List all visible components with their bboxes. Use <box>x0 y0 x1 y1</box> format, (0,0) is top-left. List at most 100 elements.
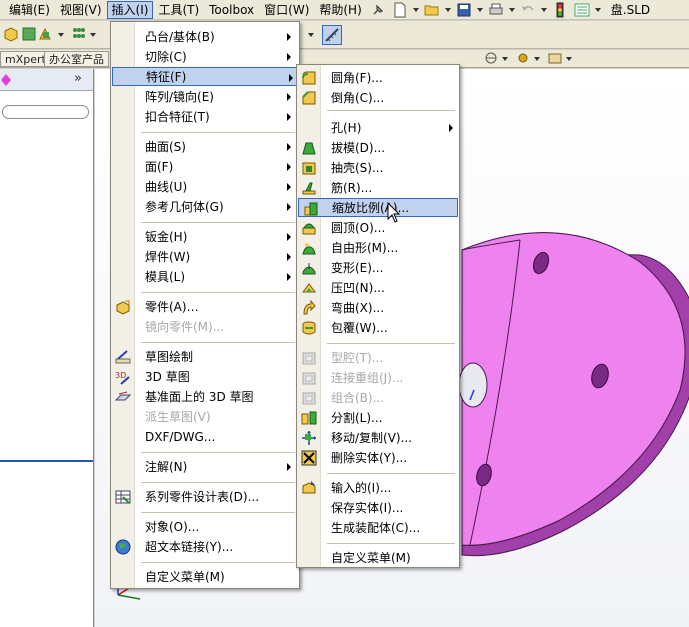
insert-menu-item-7[interactable]: 曲线(U) <box>111 177 299 197</box>
insert-menu-item-12[interactable]: 零件(A)… <box>111 297 299 317</box>
menu-view[interactable]: 视图(V) <box>55 1 107 19</box>
features-menu-item-21[interactable]: 生成装配体(C)... <box>297 518 459 538</box>
insert-menu-item-6[interactable]: 面(F) <box>111 157 299 177</box>
combine-icon <box>301 390 317 406</box>
features-menu-item-0[interactable]: 圆角(F)... <box>297 68 459 88</box>
save-icon[interactable] <box>455 2 473 18</box>
svg-text:3D: 3D <box>115 371 126 380</box>
undo-icon[interactable] <box>519 2 537 18</box>
insert-menu-item-label: 对象(O)... <box>145 520 200 534</box>
chevron-down-icon[interactable] <box>412 7 419 12</box>
open-folder-icon[interactable] <box>423 2 441 18</box>
insert-menu-item-8[interactable]: 参考几何体(G) <box>111 197 299 217</box>
insert-menu-item-22[interactable]: 超文本链接(Y)... <box>111 537 299 557</box>
chevron-down-icon[interactable] <box>594 7 601 12</box>
features-menu-item-5[interactable]: 筋(R)... <box>297 178 459 198</box>
features-menu-item-10[interactable]: 压凹(N)... <box>297 278 459 298</box>
menu-window[interactable]: 窗口(W) <box>259 1 314 19</box>
pattern-icon[interactable] <box>70 26 88 42</box>
insert-menu-item-label: 派生草图(V) <box>145 410 211 424</box>
chevron-down-icon[interactable] <box>566 57 572 61</box>
options-list-icon[interactable] <box>573 2 591 18</box>
features-menu-item-11[interactable]: 弯曲(X)... <box>297 298 459 318</box>
scene-icon[interactable] <box>514 50 532 66</box>
features-menu-item-20[interactable]: 保存实体(I)... <box>297 498 459 518</box>
measure-icon[interactable] <box>322 25 342 45</box>
chevron-down-icon[interactable] <box>508 7 515 12</box>
features-menu-item-label: 倒角(C)... <box>331 91 385 105</box>
features-menu-item-label: 圆角(F)... <box>331 71 383 85</box>
features-menu-item-18[interactable]: 删除实体(Y)... <box>297 448 459 468</box>
features-menu-item-7[interactable]: 圆顶(O)... <box>297 218 459 238</box>
traffic-light-icon[interactable] <box>551 2 569 18</box>
chevron-down-icon[interactable] <box>502 57 508 61</box>
insert-menu-item-4[interactable]: 扣合特征(T) <box>111 107 299 127</box>
insert-menu-item-11[interactable]: 模具(L) <box>111 267 299 287</box>
insert-menu-item-20[interactable]: 系列零件设计表(D)... <box>111 487 299 507</box>
chevron-down-icon[interactable] <box>534 57 540 61</box>
insert-menu-item-9[interactable]: 钣金(H) <box>111 227 299 247</box>
features-menu-item-19[interactable]: 输入的(I)... <box>297 478 459 498</box>
menu-separator <box>141 482 295 483</box>
new-document-icon[interactable] <box>391 2 409 18</box>
chevron-down-icon[interactable] <box>308 33 314 37</box>
join-icon <box>301 370 317 386</box>
features-menu-item-label: 抽壳(S)... <box>331 161 384 175</box>
insert-menu-item-21[interactable]: 对象(O)... <box>111 517 299 537</box>
menu-toolbox[interactable]: Toolbox <box>204 1 259 19</box>
submenu-arrow-icon <box>287 33 291 41</box>
configuration-icon[interactable] <box>1 74 11 89</box>
features-menu-item-17[interactable]: 移动/复制(V)... <box>297 428 459 448</box>
features-menu-item-6[interactable]: 缩放比例(A)... <box>298 198 458 217</box>
menu-edit[interactable]: 编辑(E) <box>4 1 55 19</box>
chevron-down-icon[interactable] <box>540 7 547 12</box>
insert-menu-item-10[interactable]: 焊件(W) <box>111 247 299 267</box>
submenu-arrow-icon <box>287 143 291 151</box>
display-style-icon[interactable] <box>482 50 500 66</box>
menu-separator <box>141 222 295 223</box>
view-settings-icon[interactable] <box>546 50 564 66</box>
print-icon[interactable] <box>487 2 505 18</box>
chevron-down-icon[interactable] <box>444 7 451 12</box>
insert-menu-item-23[interactable]: 自定义菜单(M) <box>111 567 299 587</box>
features-menu-item-1[interactable]: 倒角(C)... <box>297 88 459 108</box>
expand-panel-icon[interactable]: » <box>74 71 82 86</box>
revolve-icon[interactable] <box>36 26 54 42</box>
menu-help[interactable]: 帮助(H) <box>314 1 366 19</box>
features-menu-item-12[interactable]: 包覆(W)... <box>297 318 459 338</box>
chevron-down-icon[interactable] <box>476 7 483 12</box>
features-menu-item-16[interactable]: 分割(L)... <box>297 408 459 428</box>
menu-insert[interactable]: 插入(I) <box>106 0 154 19</box>
menu-separator <box>141 452 295 453</box>
insert-menu-item-0[interactable]: 凸台/基体(B) <box>111 27 299 47</box>
features-menu-item-22[interactable]: 自定义菜单(M) <box>297 548 459 568</box>
insert-menu-item-label: 系列零件设计表(D)... <box>145 490 260 504</box>
features-menu-item-8[interactable]: 自由形(M)... <box>297 238 459 258</box>
insert-menu-item-1[interactable]: 切除(C) <box>111 47 299 67</box>
menu-separator <box>327 343 455 344</box>
insert-menu-item-label: 切除(C) <box>145 50 187 64</box>
insert-menu-item-2[interactable]: 特征(F) <box>112 67 298 86</box>
menu-tools[interactable]: 工具(T) <box>153 1 204 19</box>
insert-menu-item-14[interactable]: 草图绘制 <box>111 347 299 367</box>
pin-icon[interactable] <box>369 2 387 18</box>
chevron-down-icon[interactable] <box>58 33 64 37</box>
insert-menu-item-18[interactable]: DXF/DWG... <box>111 427 299 447</box>
insert-menu-item-5[interactable]: 曲面(S) <box>111 137 299 157</box>
features-menu-item-9[interactable]: 变形(E)... <box>297 258 459 278</box>
insert-menu-item-3[interactable]: 阵列/镜向(E) <box>111 87 299 107</box>
insert-menu-item-15[interactable]: 3D 3D 草图 <box>111 367 299 387</box>
filter-input[interactable] <box>2 105 89 119</box>
boss-feature-icon[interactable] <box>2 26 20 42</box>
tab-office-products[interactable]: 办公室产品 <box>44 51 109 67</box>
features-menu-item-2[interactable]: 孔(H) <box>297 118 459 138</box>
features-menu-item-4[interactable]: 抽壳(S)... <box>297 158 459 178</box>
insert-menu-item-label: 注解(N) <box>145 460 188 474</box>
insert-menu-item-16[interactable]: 基准面上的 3D 草图 <box>111 387 299 407</box>
3d-sketch-on-plane-icon <box>114 389 132 405</box>
insert-menu-item-19[interactable]: 注解(N) <box>111 457 299 477</box>
chevron-down-icon[interactable] <box>90 33 96 37</box>
features-menu-item-3[interactable]: 拔模(D)... <box>297 138 459 158</box>
submenu-arrow-icon <box>287 93 291 101</box>
features-menu-item-label: 生成装配体(C)... <box>331 521 421 535</box>
